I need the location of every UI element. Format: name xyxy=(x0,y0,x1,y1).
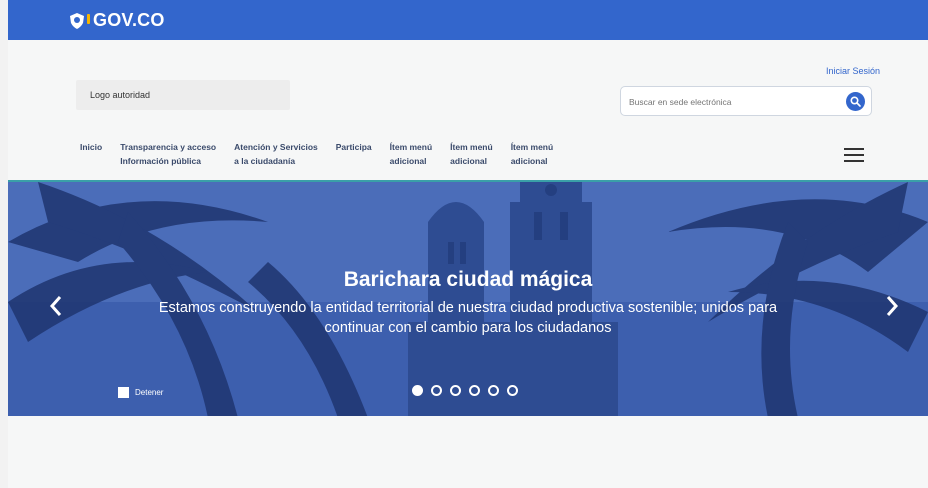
brand-text: GOV.CO xyxy=(93,10,165,30)
page: GOV.CO Iniciar Sesión Logo autoridad Ini… xyxy=(8,0,928,488)
carousel-dot-5[interactable] xyxy=(488,385,499,396)
nav-item-transparencia[interactable]: Transparencia y acceso Información públi… xyxy=(120,140,216,168)
hero-subtitle: Estamos construyendo la entidad territor… xyxy=(158,300,778,336)
top-bar: GOV.CO xyxy=(8,0,928,40)
carousel-dot-6[interactable] xyxy=(507,385,518,396)
search-button[interactable] xyxy=(846,92,865,111)
shield-logo-icon xyxy=(70,12,84,29)
brand-accent-mark xyxy=(87,14,90,24)
nav-item-adicional-1[interactable]: Ítem menú adicional xyxy=(390,140,433,168)
site-header: Iniciar Sesión Logo autoridad Inicio Tra… xyxy=(8,40,928,180)
carousel-dot-3[interactable] xyxy=(450,385,461,396)
hero-caption: Barichara ciudad mágica Estamos construy… xyxy=(8,268,928,338)
nav-item-atencion[interactable]: Atención y Servicios a la ciudadanía xyxy=(234,140,318,168)
authority-logo[interactable]: Logo autoridad xyxy=(76,80,290,110)
authority-logo-label: Logo autoridad xyxy=(90,90,151,100)
stop-label: Detener xyxy=(135,388,164,397)
login-link[interactable]: Iniciar Sesión xyxy=(826,66,880,76)
hero-title: Barichara ciudad mágica xyxy=(343,268,593,291)
hero-carousel: Barichara ciudad mágica Estamos construy… xyxy=(8,180,928,416)
gov-co-logo[interactable]: GOV.CO xyxy=(70,10,165,31)
nav-item-adicional-3[interactable]: Ítem menú adicional xyxy=(511,140,554,168)
search-icon xyxy=(850,96,861,107)
carousel-dot-1[interactable] xyxy=(412,385,423,396)
nav-item-adicional-2[interactable]: Ítem menú adicional xyxy=(450,140,493,168)
carousel-indicators xyxy=(412,385,518,396)
search-input[interactable] xyxy=(629,93,839,111)
hamburger-menu-icon[interactable] xyxy=(844,148,864,162)
carousel-dot-2[interactable] xyxy=(431,385,442,396)
nav-item-participa[interactable]: Participa xyxy=(336,140,372,168)
search-box xyxy=(620,86,872,116)
carousel-dot-4[interactable] xyxy=(469,385,480,396)
carousel-stop-button[interactable]: Detener xyxy=(118,387,163,398)
nav-item-inicio[interactable]: Inicio xyxy=(80,140,102,168)
main-nav: Inicio Transparencia y acceso Informació… xyxy=(80,140,571,168)
stop-icon xyxy=(118,387,129,398)
